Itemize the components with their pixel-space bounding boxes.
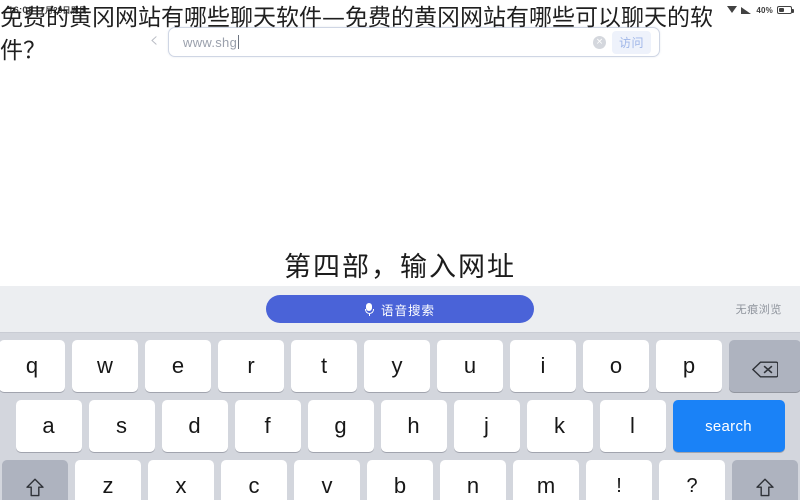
shift-icon — [26, 477, 44, 496]
backspace-icon — [751, 358, 779, 377]
keyboard-row-2: a s d f g h j k l search — [4, 400, 796, 452]
key-c[interactable]: c — [221, 460, 287, 500]
key-y[interactable]: y — [364, 340, 430, 392]
key-g[interactable]: g — [307, 400, 374, 452]
key-r[interactable]: r — [218, 340, 284, 392]
page-title: 免费的黄冈网站有哪些聊天软件—免费的黄冈网站有哪些可以聊天的软 件？ — [0, 2, 800, 68]
key-m[interactable]: m — [513, 460, 579, 500]
microphone-icon — [364, 302, 374, 316]
screenshot-root: 16:08 7月28日周日 40% ‹ www.shg × 访问 第四部，输入网… — [0, 0, 800, 500]
key-q[interactable]: q — [0, 340, 65, 392]
key-e[interactable]: e — [145, 340, 211, 392]
key-question[interactable]: ? — [659, 460, 725, 500]
search-key[interactable]: search — [672, 400, 785, 452]
key-w[interactable]: w — [72, 340, 138, 392]
keyboard-row-1: q w e r t y u i o p — [0, 340, 800, 392]
key-n[interactable]: n — [440, 460, 506, 500]
key-v[interactable]: v — [294, 460, 360, 500]
key-exclamation[interactable]: ! — [586, 460, 652, 500]
page-title-line-2: 件？ — [0, 38, 46, 64]
key-k[interactable]: k — [526, 400, 593, 452]
key-p[interactable]: p — [656, 340, 722, 392]
key-s[interactable]: s — [88, 400, 155, 452]
key-o[interactable]: o — [583, 340, 649, 392]
key-z[interactable]: z — [75, 460, 141, 500]
phone-screenshot-layer: 16:08 7月28日周日 40% ‹ www.shg × 访问 第四部，输入网… — [0, 0, 800, 500]
voice-search-label: 语音搜索 — [380, 303, 435, 318]
backspace-key[interactable] — [729, 340, 800, 392]
key-i[interactable]: i — [510, 340, 576, 392]
key-f[interactable]: f — [234, 400, 301, 452]
keyboard-rows: q w e r t y u i o p a s d f g h j k l se… — [0, 333, 800, 500]
key-t[interactable]: t — [291, 340, 357, 392]
key-x[interactable]: x — [148, 460, 214, 500]
section-heading: 第四部，输入网址 — [284, 252, 516, 283]
incognito-mode-label[interactable]: 无痕浏览 — [736, 301, 782, 317]
shift-key-right[interactable] — [732, 460, 798, 500]
voice-search-button[interactable]: 语音搜索 — [266, 295, 534, 323]
shift-key-left[interactable] — [2, 460, 68, 500]
virtual-keyboard: 语音搜索 无痕浏览 q w e r t y u i o p a s d f g … — [0, 286, 800, 500]
keyboard-row-3: z x c v b n m ! ? — [2, 460, 798, 500]
key-b[interactable]: b — [367, 460, 433, 500]
key-l[interactable]: l — [599, 400, 666, 452]
shift-icon — [756, 477, 774, 496]
page-title-line-1: 免费的黄冈网站有哪些聊天软件—免费的黄冈网站有哪些可以聊天的软 — [0, 5, 713, 31]
key-h[interactable]: h — [380, 400, 447, 452]
keyboard-toolbar: 语音搜索 无痕浏览 — [0, 286, 800, 333]
key-d[interactable]: d — [161, 400, 228, 452]
key-j[interactable]: j — [453, 400, 520, 452]
key-a[interactable]: a — [15, 400, 82, 452]
key-u[interactable]: u — [437, 340, 503, 392]
